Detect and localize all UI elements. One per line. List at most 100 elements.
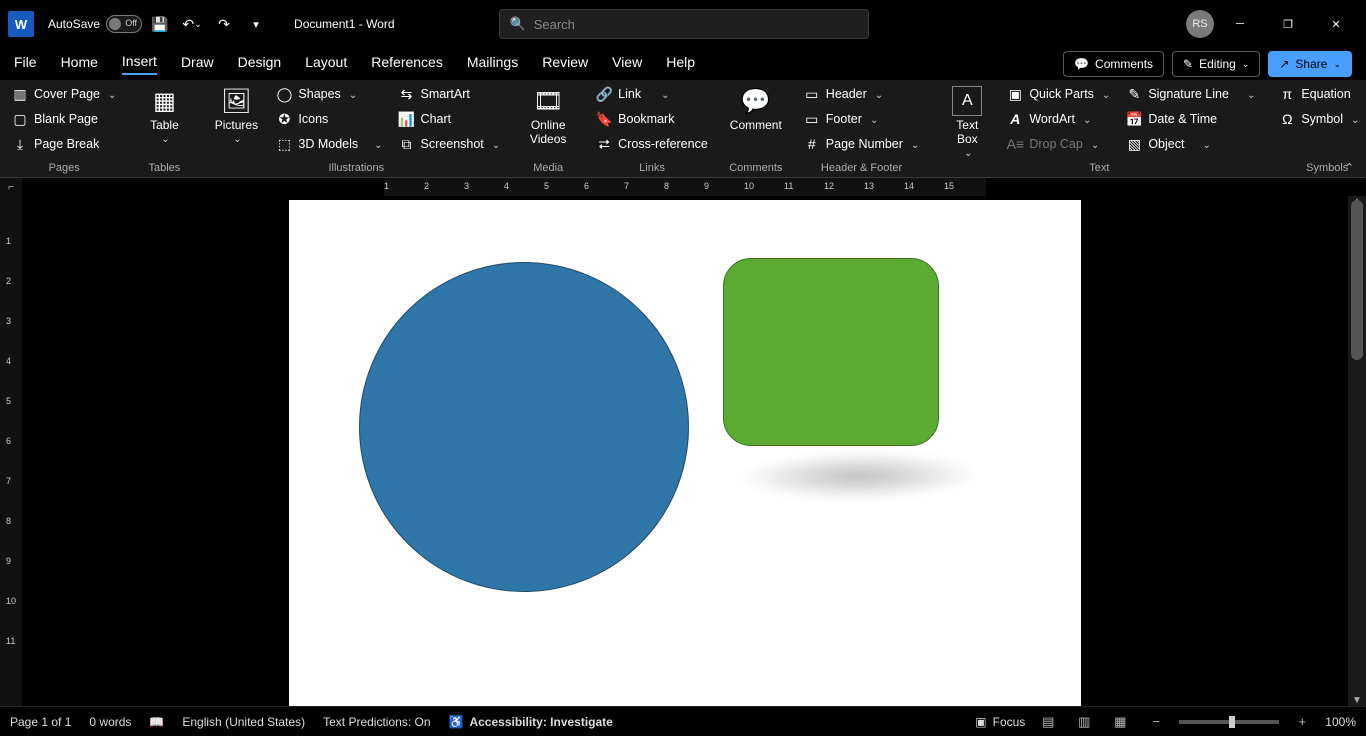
smartart-button[interactable]: ⇆SmartArt	[393, 82, 507, 106]
status-page[interactable]: Page 1 of 1	[10, 715, 71, 729]
tab-review[interactable]: Review	[542, 54, 588, 74]
document-canvas[interactable]	[22, 196, 1348, 706]
search-box[interactable]: 🔍 Search	[499, 9, 869, 39]
search-placeholder: Search	[534, 17, 575, 32]
page-break-button[interactable]: ⤓Page Break	[6, 132, 122, 156]
blank-page-icon: ▢	[12, 111, 28, 127]
web-layout-button[interactable]: ▦	[1107, 712, 1133, 732]
user-avatar[interactable]: RS	[1186, 10, 1214, 38]
tab-view[interactable]: View	[612, 54, 642, 74]
close-button[interactable]: ✕	[1314, 9, 1358, 39]
restore-button[interactable]: ❐	[1266, 9, 1310, 39]
tab-draw[interactable]: Draw	[181, 54, 214, 74]
tab-file[interactable]: File	[14, 54, 37, 74]
autosave-control[interactable]: AutoSave Off	[48, 15, 142, 33]
autosave-toggle[interactable]: Off	[106, 15, 142, 33]
page[interactable]	[289, 200, 1081, 706]
ribbon-collapse-icon[interactable]: ⌃	[1345, 161, 1354, 174]
signature-icon: ✎	[1126, 86, 1142, 102]
status-spellcheck[interactable]: 📖	[149, 715, 164, 729]
cover-page-button[interactable]: ▥Cover Page	[6, 82, 122, 106]
calendar-icon: 📅	[1126, 111, 1142, 127]
screenshot-button[interactable]: ⧉Screenshot	[393, 132, 507, 156]
page-number-button[interactable]: #Page Number	[798, 132, 926, 156]
blank-page-button[interactable]: ▢Blank Page	[6, 107, 122, 131]
scroll-down-icon[interactable]: ▼	[1348, 695, 1366, 706]
symbol-button[interactable]: ΩSymbol	[1273, 107, 1366, 131]
undo-icon[interactable]: ↶⌄	[178, 10, 206, 38]
comments-button[interactable]: 💬Comments	[1063, 51, 1164, 77]
signature-line-button[interactable]: ✎Signature Line	[1120, 82, 1261, 106]
bookmark-button[interactable]: 🔖Bookmark	[590, 107, 714, 131]
link-button[interactable]: 🔗Link	[590, 82, 714, 106]
group-text: ATextBox ▣Quick Parts AWordArt A≡Drop Ca…	[931, 80, 1267, 177]
wordart-button[interactable]: AWordArt	[1001, 107, 1116, 131]
shapes-button[interactable]: ◯Shapes	[270, 82, 388, 106]
equation-icon: π	[1279, 86, 1295, 102]
date-time-button[interactable]: 📅Date & Time	[1120, 107, 1261, 131]
status-language[interactable]: English (United States)	[182, 715, 305, 729]
print-layout-button[interactable]: ▥	[1071, 712, 1097, 732]
book-icon: 📖	[149, 715, 164, 729]
new-comment-icon: 💬	[741, 86, 771, 116]
qat-customize-icon[interactable]: ▾	[242, 10, 270, 38]
footer-button[interactable]: ▭Footer	[798, 107, 926, 131]
tab-design[interactable]: Design	[238, 54, 282, 74]
editing-mode-button[interactable]: ✎Editing⌄	[1172, 51, 1260, 77]
pencil-icon: ✎	[1183, 57, 1193, 71]
scroll-thumb[interactable]	[1351, 200, 1363, 360]
equation-button[interactable]: πEquation	[1273, 82, 1366, 106]
zoom-in-button[interactable]: +	[1289, 712, 1315, 732]
cross-reference-button[interactable]: ⮂Cross-reference	[590, 132, 714, 156]
pictures-button[interactable]: 🖼Pictures	[206, 82, 266, 145]
icons-button[interactable]: ✪Icons	[270, 107, 388, 131]
page-number-icon: #	[804, 136, 820, 152]
group-pages: ▥Cover Page ▢Blank Page ⤓Page Break Page…	[0, 80, 128, 177]
focus-mode-button[interactable]: ▣Focus	[975, 715, 1025, 729]
drop-cap-button[interactable]: A≡Drop Cap	[1001, 132, 1116, 156]
chart-button[interactable]: 📊Chart	[393, 107, 507, 131]
comment-icon: 💬	[1074, 57, 1089, 71]
text-box-button[interactable]: ATextBox	[937, 82, 997, 159]
read-mode-button[interactable]: ▤	[1035, 712, 1061, 732]
vertical-ruler[interactable]: 1234567891011	[0, 196, 22, 706]
3d-models-button[interactable]: ⬚3D Models	[270, 132, 388, 156]
vertical-scrollbar[interactable]: ▲ ▼	[1348, 196, 1366, 706]
tab-home[interactable]: Home	[61, 54, 98, 74]
redo-icon[interactable]: ↷	[210, 10, 238, 38]
object-button[interactable]: ▧Object	[1120, 132, 1261, 156]
text-box-icon: A	[952, 86, 982, 116]
header-button[interactable]: ▭Header	[798, 82, 926, 106]
table-button[interactable]: ▦Table	[134, 82, 194, 145]
tab-insert[interactable]: Insert	[122, 53, 157, 75]
comment-button[interactable]: 💬Comment	[726, 82, 786, 132]
shape-shadow	[730, 452, 987, 500]
tab-references[interactable]: References	[371, 54, 443, 74]
autosave-label: AutoSave	[48, 17, 100, 31]
shape-rounded-rectangle-green[interactable]	[723, 258, 939, 446]
zoom-slider[interactable]	[1179, 720, 1279, 724]
zoom-level[interactable]: 100%	[1325, 715, 1356, 729]
pictures-icon: 🖼	[221, 86, 251, 116]
share-button[interactable]: ↗Share⌄	[1268, 51, 1352, 77]
quick-parts-icon: ▣	[1007, 86, 1023, 102]
tab-mailings[interactable]: Mailings	[467, 54, 518, 74]
zoom-out-button[interactable]: −	[1143, 712, 1169, 732]
online-videos-button[interactable]: 🎞OnlineVideos	[518, 82, 578, 146]
drop-cap-icon: A≡	[1007, 136, 1023, 152]
status-accessibility[interactable]: ♿Accessibility: Investigate	[449, 715, 613, 729]
crossref-icon: ⮂	[596, 136, 612, 152]
accessibility-icon: ♿	[449, 715, 464, 729]
cover-page-icon: ▥	[12, 86, 28, 102]
wordart-icon: A	[1007, 111, 1023, 127]
status-word-count[interactable]: 0 words	[89, 715, 131, 729]
tab-help[interactable]: Help	[666, 54, 695, 74]
save-icon[interactable]: 💾	[146, 10, 174, 38]
quick-parts-button[interactable]: ▣Quick Parts	[1001, 82, 1116, 106]
shape-oval-blue[interactable]	[359, 262, 689, 592]
minimize-button[interactable]: ─	[1218, 9, 1262, 39]
status-text-predictions[interactable]: Text Predictions: On	[323, 715, 430, 729]
group-tables: ▦Table Tables	[128, 80, 200, 177]
tab-layout[interactable]: Layout	[305, 54, 347, 74]
horizontal-ruler[interactable]: 123456789101112131415	[22, 178, 1366, 196]
